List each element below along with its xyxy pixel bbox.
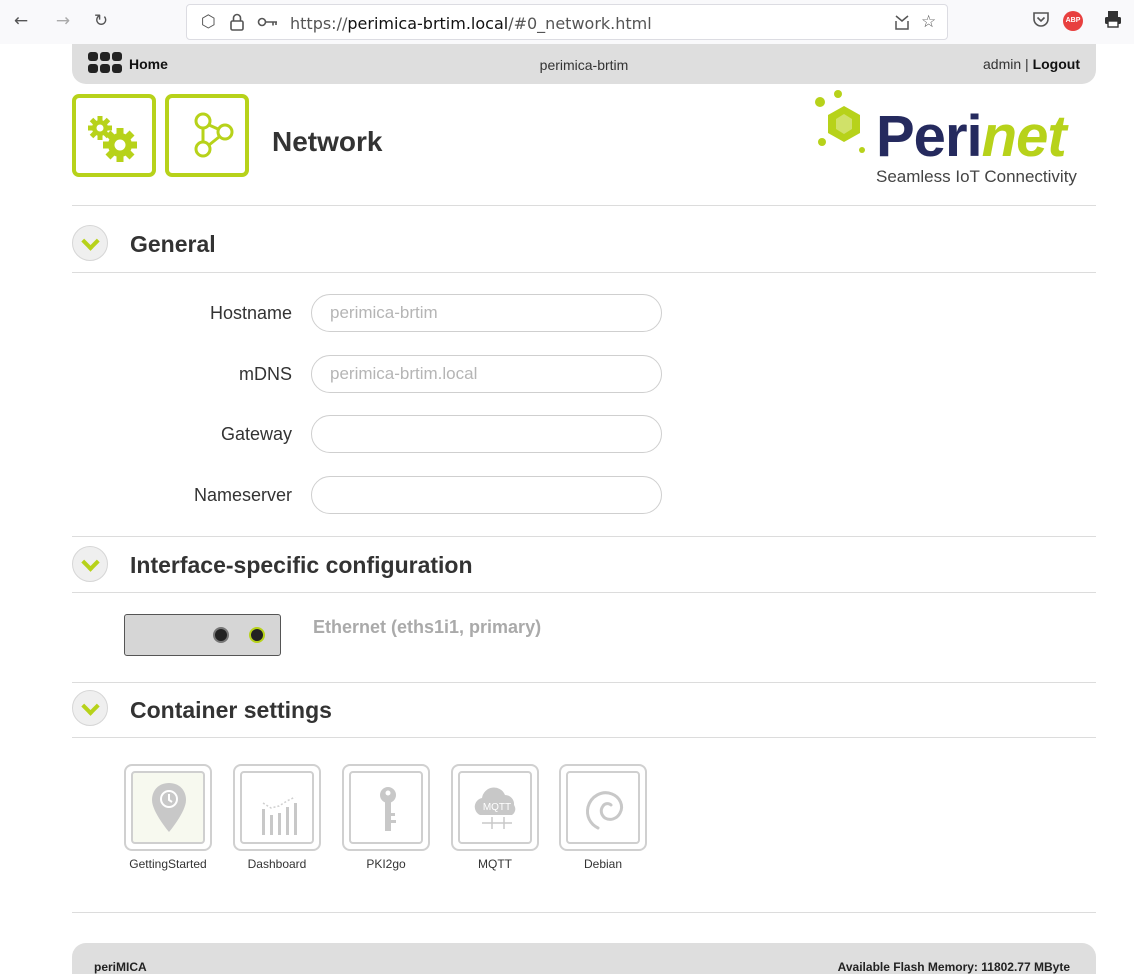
url-text: https://perimica-brtim.local/#0_network.… (290, 14, 652, 33)
forward-arrow-icon[interactable]: → (52, 10, 74, 32)
divider (72, 912, 1096, 913)
divider (72, 737, 1096, 738)
hostname-label: Hostname (209, 303, 292, 323)
settings-tile[interactable] (72, 94, 156, 177)
containers-collapse-toggle[interactable] (72, 690, 108, 726)
location-pin-icon (152, 783, 186, 832)
product-name: periMICA (94, 960, 147, 974)
ethernet-port-graphic[interactable] (124, 614, 281, 656)
hostname-input[interactable] (311, 294, 662, 332)
debian-swirl-icon (586, 791, 624, 830)
page-title: Network (272, 126, 383, 157)
nameserver-input[interactable] (311, 476, 662, 514)
perinet-logo: Perinet Seamless IoT Connectivity (812, 90, 1092, 190)
adblock-icon[interactable]: ABP (1063, 11, 1083, 31)
device-hostname: perimica-brtim (539, 57, 629, 73)
pocket-icon[interactable] (1030, 10, 1052, 32)
footer-bar: periMICA Available Flash Memory: 11802.7… (72, 943, 1096, 974)
printer-icon[interactable] (1102, 10, 1124, 32)
logo-wordmark: Perinet (876, 104, 1067, 169)
back-arrow-icon[interactable]: ← (10, 10, 32, 32)
mqtt-cloud-icon: MQTT (474, 787, 516, 829)
container-label: Debian (583, 857, 623, 871)
container-label: GettingStarted (129, 857, 207, 871)
divider (72, 536, 1096, 537)
container-debian[interactable]: Debian (559, 764, 647, 871)
divider (72, 682, 1096, 683)
mdns-input[interactable] (311, 355, 662, 393)
port-led-icon (213, 627, 229, 643)
general-collapse-toggle[interactable] (72, 225, 108, 261)
separator: | (1025, 56, 1029, 72)
container-label: Dashboard (247, 857, 307, 871)
container-gettingstarted[interactable]: GettingStarted (124, 764, 212, 871)
port-led-active-icon (249, 627, 265, 643)
gateway-input[interactable] (311, 415, 662, 453)
section-title-containers: Container settings (130, 697, 332, 723)
mdns-label: mDNS (239, 364, 292, 384)
container-label: PKI2go (366, 857, 406, 871)
top-nav-bar: Home perimica-brtim admin | Logout (72, 44, 1096, 84)
interface-label[interactable]: Ethernet (eths1i1, primary) (313, 617, 541, 638)
logo-hexagon-icon (815, 90, 865, 153)
section-title-general: General (130, 231, 216, 257)
reload-icon[interactable]: ↻ (90, 10, 112, 32)
divider (72, 592, 1096, 593)
container-mqtt[interactable]: MQTT MQTT (451, 764, 539, 871)
logout-link[interactable]: Logout (1033, 56, 1080, 72)
nameserver-label: Nameserver (193, 485, 292, 505)
interface-collapse-toggle[interactable] (72, 546, 108, 582)
section-title-interface: Interface-specific configuration (130, 552, 473, 578)
username: admin (983, 56, 1022, 72)
key-icon (380, 787, 396, 831)
divider (72, 205, 1096, 206)
shield-icon[interactable]: ⬡ (201, 12, 216, 32)
reader-view-icon[interactable] (893, 12, 911, 37)
gears-icon (88, 116, 137, 162)
divider (72, 272, 1096, 273)
gateway-label: Gateway (220, 424, 292, 444)
user-area: admin | Logout (983, 56, 1080, 72)
browser-toolbar: ← → ↻ ⬡ https://perimica-brtim.local/#0_… (0, 0, 1134, 44)
chart-bars-icon (262, 796, 297, 835)
url-bar[interactable]: ⬡ https://perimica-brtim.local/#0_networ… (186, 4, 948, 40)
mqtt-icon-text: MQTT (483, 802, 511, 813)
network-nodes-icon (194, 112, 234, 158)
bookmark-star-icon[interactable]: ☆ (921, 12, 936, 32)
container-pki2go[interactable]: PKI2go (342, 764, 430, 871)
network-tile[interactable] (165, 94, 249, 177)
container-label: MQTT (478, 857, 512, 871)
lock-icon[interactable] (229, 12, 245, 37)
container-dashboard[interactable]: Dashboard (233, 764, 321, 871)
logo-tagline: Seamless IoT Connectivity (876, 167, 1077, 186)
flash-memory-status: Available Flash Memory: 11802.77 MByte (837, 960, 1070, 974)
key-permission-icon[interactable] (257, 12, 279, 37)
